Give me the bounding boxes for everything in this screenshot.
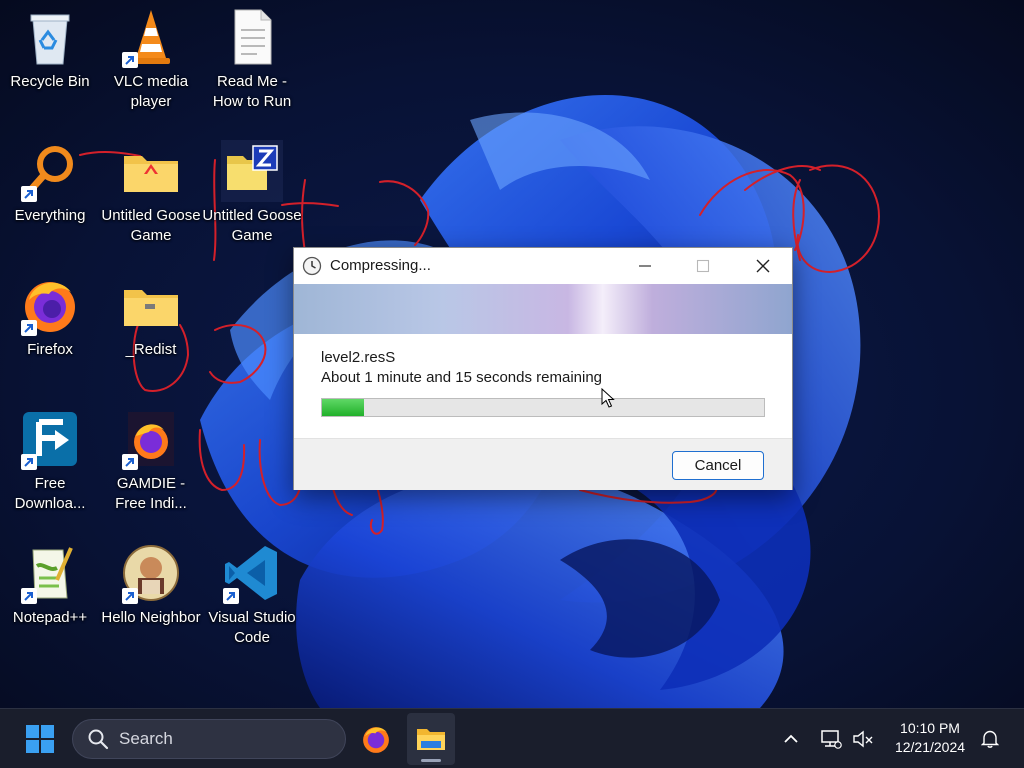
show-hidden-icons-button[interactable] (776, 709, 806, 768)
firefox-icon (19, 274, 81, 336)
firefox-icon (120, 408, 182, 470)
close-button[interactable] (734, 248, 792, 284)
vscode-icon (221, 542, 283, 604)
hello-neighbor-icon (120, 542, 182, 604)
active-app-indicator (421, 759, 441, 762)
desktop-icon-label: _Redist (125, 341, 177, 358)
volume-muted-icon (853, 730, 873, 748)
desktop-icon-label: Untitled Goose Game (101, 207, 201, 244)
desktop-icon-untitled-goose-folder[interactable]: Untitled Goose Game (101, 136, 201, 260)
clock-time: 10:10 PM (900, 720, 960, 736)
shortcut-arrow-icon (122, 454, 138, 470)
desktop-icon-read-me[interactable]: Read Me - How to Run (202, 2, 302, 126)
dialog-footer: Cancel (294, 438, 792, 490)
everything-search-icon (19, 140, 81, 202)
notepad-plus-plus-icon (19, 542, 81, 604)
desktop-icon-everything[interactable]: Everything (0, 136, 100, 260)
desktop-icon-label: Everything (14, 207, 86, 224)
desktop-icon-label: Visual Studio Code (208, 609, 296, 646)
desktop-icon-label: Free Downloa... (14, 475, 86, 512)
desktop-icon-hello-neighbor[interactable]: Hello Neighbor (101, 538, 201, 662)
firefox-icon (363, 727, 389, 753)
shortcut-arrow-icon (122, 588, 138, 604)
notifications-button[interactable] (976, 709, 1004, 768)
taskbar: Search 10:10 PM 12/21/2024 (0, 708, 1024, 768)
dialog-title: Compressing... (330, 257, 431, 274)
progress-bar-fill (322, 399, 364, 416)
desktop-icon-label: Recycle Bin (10, 73, 90, 90)
shortcut-arrow-icon (21, 320, 37, 336)
clock-date: 12/21/2024 (894, 739, 966, 755)
cancel-button[interactable]: Cancel (672, 451, 764, 480)
desktop-icon-redist[interactable]: _Redist (101, 270, 201, 394)
dialog-body: level2.resS About 1 minute and 15 second… (294, 334, 792, 438)
shortcut-arrow-icon (223, 588, 239, 604)
mouse-cursor-icon (601, 388, 615, 408)
windows-start-icon (26, 725, 54, 753)
dialog-banner (294, 284, 792, 334)
close-icon (756, 259, 770, 273)
clock-icon (302, 256, 322, 276)
shortcut-arrow-icon (122, 52, 138, 68)
taskbar-clock[interactable]: 10:10 PM 12/21/2024 (880, 719, 980, 757)
folder-icon (120, 274, 182, 336)
search-placeholder: Search (119, 729, 173, 748)
desktop-icon-label: Untitled Goose Game (202, 207, 302, 244)
desktop-icon-firefox[interactable]: Firefox (0, 270, 100, 394)
desktop-icon-recycle-bin[interactable]: Recycle Bin (0, 2, 100, 126)
shortcut-arrow-icon (21, 186, 37, 202)
taskbar-file-explorer[interactable] (407, 713, 455, 765)
vlc-icon (120, 6, 182, 68)
desktop-icon-label: Firefox (27, 341, 73, 358)
file-explorer-icon (417, 729, 445, 750)
network-status-button[interactable] (816, 709, 846, 768)
desktop-icon-vlc[interactable]: VLC media player (101, 2, 201, 126)
file-name-text: level2.resS (321, 349, 396, 366)
maximize-button[interactable] (674, 248, 732, 284)
desktop-icon-label: GAMDIE - Free Indi... (115, 475, 187, 512)
dialog-titlebar[interactable]: Compressing... (294, 248, 792, 284)
start-button[interactable] (16, 709, 64, 768)
time-remaining-text: About 1 minute and 15 seconds remaining (321, 369, 603, 386)
minimize-icon (639, 265, 651, 267)
chevron-up-icon (784, 734, 798, 743)
folder-icon (120, 140, 182, 202)
shortcut-arrow-icon (21, 588, 37, 604)
compressing-dialog: Compressing... level2.resS About 1 minut… (293, 247, 793, 490)
free-download-manager-icon (19, 408, 81, 470)
network-icon (821, 730, 842, 749)
desktop-icon-label: VLC media player (113, 73, 189, 110)
progress-bar (321, 398, 765, 417)
desktop-icon-notepad-plus-plus[interactable]: Notepad++ (0, 538, 100, 662)
desktop-icon-label: Hello Neighbor (101, 609, 201, 626)
maximize-icon (696, 259, 710, 273)
taskbar-search-box[interactable]: Search (72, 719, 346, 759)
minimize-button[interactable] (616, 248, 674, 284)
shortcut-arrow-icon (21, 454, 37, 470)
text-file-icon (221, 6, 283, 68)
desktop-icon-label: Read Me - How to Run (212, 73, 292, 110)
taskbar-firefox[interactable] (352, 709, 400, 768)
recycle-bin-icon (19, 6, 81, 68)
volume-button[interactable] (848, 709, 878, 768)
notification-bell-icon (981, 730, 999, 748)
desktop-icon-vscode[interactable]: Visual Studio Code (202, 538, 302, 662)
winzip-icon (221, 140, 283, 202)
search-icon (88, 729, 109, 750)
desktop-icon-label: Notepad++ (12, 609, 88, 626)
desktop-icon-gamdie[interactable]: GAMDIE - Free Indi... (101, 404, 201, 528)
desktop-icon-free-download-manager[interactable]: Free Downloa... (0, 404, 100, 528)
desktop-icon-untitled-goose-zip[interactable]: Untitled Goose Game (202, 136, 302, 260)
